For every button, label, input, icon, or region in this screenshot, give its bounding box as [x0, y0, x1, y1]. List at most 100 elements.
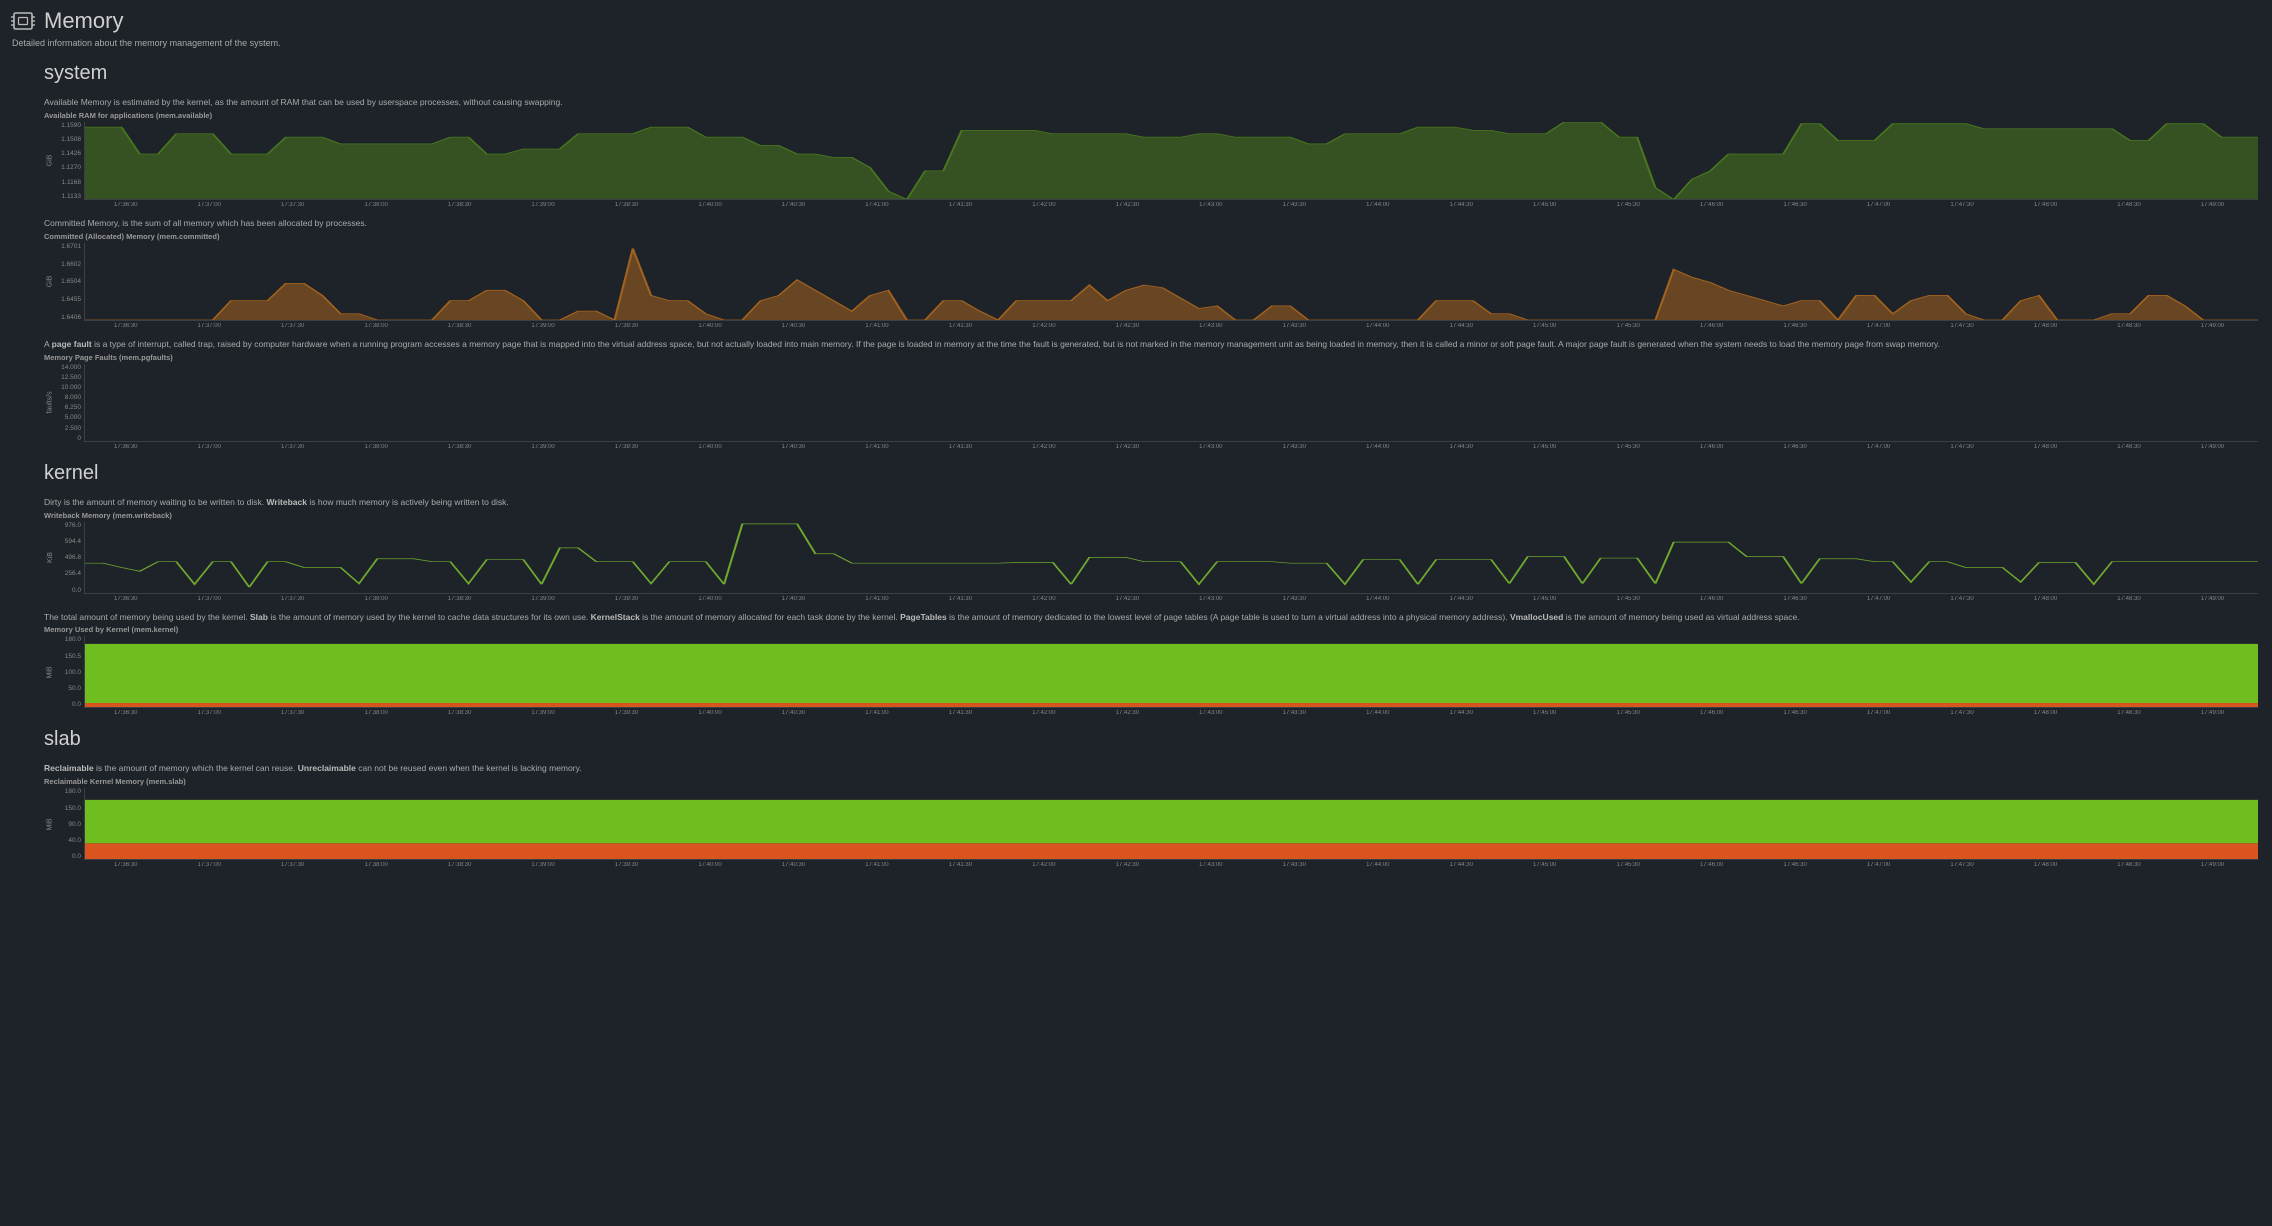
y-tick: 496.8: [65, 554, 81, 561]
x-tick: 17:38:30: [418, 596, 501, 602]
y-axis: 180.0150.5100.050.00.0: [56, 636, 84, 708]
y-tick: 180.0: [65, 788, 81, 795]
x-tick: 17:41:30: [919, 202, 1002, 208]
x-tick: 17:45:30: [1586, 323, 1669, 329]
x-tick: 17:47:30: [1920, 202, 2003, 208]
y-tick: 50.0: [68, 685, 81, 692]
x-tick: 17:38:00: [334, 444, 417, 450]
y-tick: 1.1133: [62, 193, 81, 200]
x-tick: 17:37:30: [251, 862, 334, 868]
x-tick: 17:47:00: [1837, 862, 1920, 868]
x-tick: 17:42:00: [1002, 862, 1085, 868]
x-tick: 17:37:00: [167, 202, 250, 208]
x-tick: 17:43:30: [1253, 202, 1336, 208]
y-tick: 1.6504: [61, 278, 81, 285]
chart-plot[interactable]: [84, 243, 2258, 321]
x-tick: 17:48:00: [2004, 596, 2087, 602]
x-tick: 17:38:00: [334, 710, 417, 716]
sections-container: systemAvailable Memory is estimated by t…: [10, 62, 2262, 868]
y-tick: 14.000: [61, 364, 81, 371]
chart-description: Reclaimable is the amount of memory whic…: [44, 763, 2258, 775]
chart-description: A page fault is a type of interrupt, cal…: [44, 339, 2258, 351]
x-tick: 17:47:00: [1837, 323, 1920, 329]
chart-row[interactable]: GiB1.67011.66021.65041.64551.6406: [44, 243, 2258, 321]
y-tick: 100.0: [65, 669, 81, 676]
x-tick: 17:46:30: [1753, 202, 1836, 208]
chart-title: Committed (Allocated) Memory (mem.commit…: [44, 232, 2258, 241]
x-tick: 17:37:00: [167, 596, 250, 602]
x-tick: 17:39:00: [501, 444, 584, 450]
x-tick: 17:40:00: [668, 444, 751, 450]
x-axis: 17:36:3017:37:0017:37:3017:38:0017:38:30…: [84, 323, 2258, 329]
y-tick: 1.6701: [61, 243, 81, 250]
x-tick: 17:37:30: [251, 710, 334, 716]
x-tick: 17:44:30: [1420, 444, 1503, 450]
x-tick: 17:47:00: [1837, 710, 1920, 716]
chart-description: Committed Memory, is the sum of all memo…: [44, 218, 2258, 230]
x-tick: 17:42:30: [1086, 202, 1169, 208]
x-tick: 17:46:00: [1670, 862, 1753, 868]
chart-row[interactable]: MiB180.0150.090.040.00.0: [44, 788, 2258, 860]
y-unit: MiB: [44, 636, 56, 708]
x-tick: 17:44:00: [1336, 323, 1419, 329]
x-tick: 17:38:30: [418, 710, 501, 716]
y-axis: 14.00012.50010.0008.0006.2505.0002.5000: [56, 364, 84, 442]
chart-description: The total amount of memory being used by…: [44, 612, 2258, 624]
x-tick: 17:40:00: [668, 710, 751, 716]
y-tick: 8.000: [65, 394, 81, 401]
chart-plot[interactable]: [84, 636, 2258, 708]
y-tick: 150.0: [65, 805, 81, 812]
x-tick: 17:49:00: [2171, 710, 2254, 716]
x-tick: 17:48:00: [2004, 323, 2087, 329]
chart-row[interactable]: KiB976.0594.4496.8256.40.0: [44, 522, 2258, 594]
x-tick: 17:40:30: [752, 710, 835, 716]
x-tick: 17:43:30: [1253, 323, 1336, 329]
x-tick: 17:45:30: [1586, 202, 1669, 208]
y-tick: 1.6455: [61, 296, 81, 303]
chart-plot[interactable]: [84, 788, 2258, 860]
x-tick: 17:44:30: [1420, 862, 1503, 868]
chart-row[interactable]: faults/s14.00012.50010.0008.0006.2505.00…: [44, 364, 2258, 442]
x-tick: 17:42:00: [1002, 710, 1085, 716]
y-tick: 180.0: [65, 636, 81, 643]
x-tick: 17:39:30: [585, 444, 668, 450]
x-tick: 17:39:00: [501, 596, 584, 602]
section-slab: slabReclaimable is the amount of memory …: [44, 728, 2258, 868]
x-tick: 17:48:30: [2087, 710, 2170, 716]
y-tick: 12.500: [61, 374, 81, 381]
x-tick: 17:42:30: [1086, 323, 1169, 329]
chart-row[interactable]: MiB180.0150.5100.050.00.0: [44, 636, 2258, 708]
x-tick: 17:37:30: [251, 323, 334, 329]
chart-plot[interactable]: [84, 522, 2258, 594]
x-tick: 17:39:00: [501, 323, 584, 329]
chart-row[interactable]: GiB1.15901.15081.14261.12701.11681.1133: [44, 122, 2258, 200]
x-tick: 17:37:30: [251, 444, 334, 450]
page-title: Memory: [44, 8, 123, 34]
y-tick: 0.0: [72, 587, 81, 594]
x-axis: 17:36:3017:37:0017:37:3017:38:0017:38:30…: [84, 710, 2258, 716]
y-tick: 10.000: [61, 384, 81, 391]
x-tick: 17:43:30: [1253, 862, 1336, 868]
x-tick: 17:39:30: [585, 202, 668, 208]
chart-plot[interactable]: [84, 364, 2258, 442]
x-tick: 17:36:30: [84, 596, 167, 602]
x-tick: 17:49:00: [2171, 202, 2254, 208]
x-tick: 17:44:00: [1336, 444, 1419, 450]
x-tick: 17:43:00: [1169, 710, 1252, 716]
x-tick: 17:39:30: [585, 710, 668, 716]
x-tick: 17:38:00: [334, 323, 417, 329]
x-tick: 17:42:30: [1086, 596, 1169, 602]
x-tick: 17:36:30: [84, 323, 167, 329]
page-header: Memory: [10, 8, 2262, 34]
x-tick: 17:44:00: [1336, 862, 1419, 868]
x-tick: 17:38:30: [418, 862, 501, 868]
x-tick: 17:46:00: [1670, 596, 1753, 602]
chart-plot[interactable]: [84, 122, 2258, 200]
y-tick: 1.1590: [61, 122, 81, 129]
chart-title: Memory Used by Kernel (mem.kernel): [44, 625, 2258, 634]
y-tick: 976.0: [65, 522, 81, 529]
x-axis: 17:36:3017:37:0017:37:3017:38:0017:38:30…: [84, 862, 2258, 868]
x-tick: 17:43:30: [1253, 444, 1336, 450]
page-subtitle: Detailed information about the memory ma…: [12, 38, 2262, 48]
x-tick: 17:46:00: [1670, 202, 1753, 208]
